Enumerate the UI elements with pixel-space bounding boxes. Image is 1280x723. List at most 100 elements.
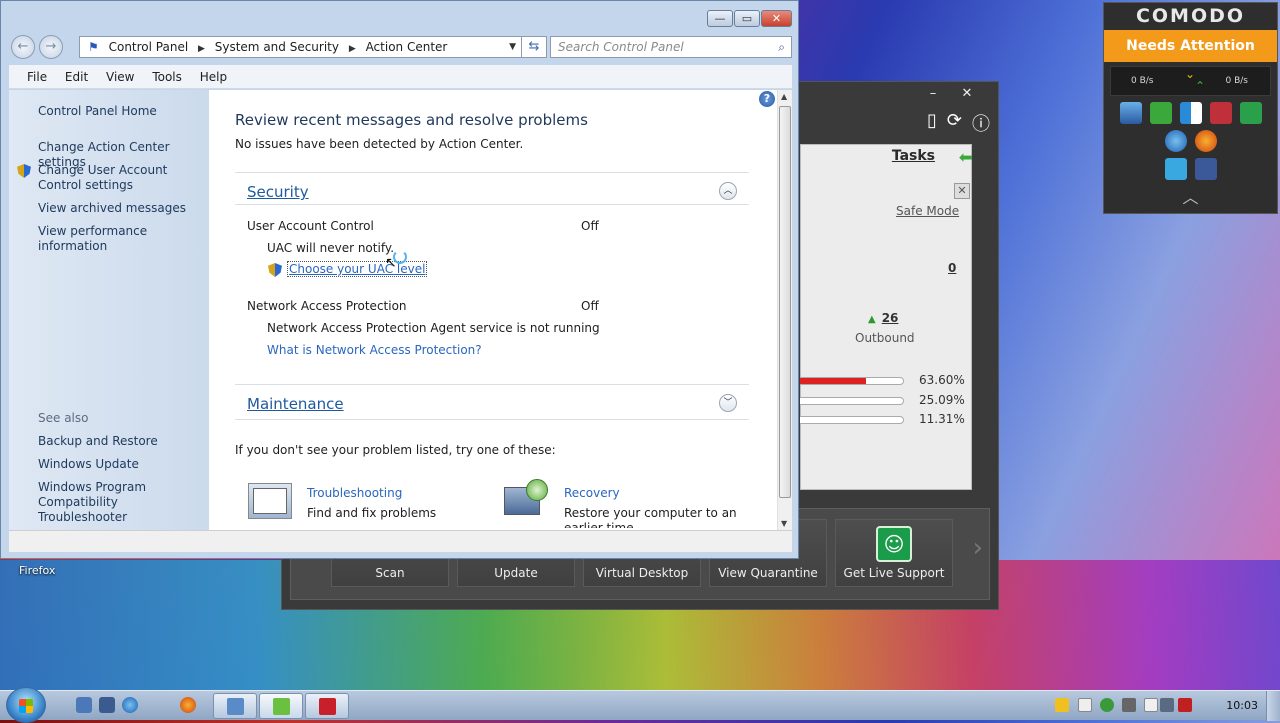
uac-detail: UAC will never notify. (267, 241, 395, 255)
taskbar-explorer[interactable] (259, 693, 303, 719)
chevron-down-icon[interactable]: ﹀ (719, 394, 737, 412)
refresh-button[interactable]: ⇆ (521, 36, 547, 58)
usage-percent: 63.60% (919, 373, 965, 387)
inbound-speed: 0 B/s (1131, 76, 1154, 86)
safe-mode-link[interactable]: Safe Mode (896, 204, 959, 218)
virtual-desktop-icon[interactable] (1179, 102, 1202, 124)
sidebar-windows-update[interactable]: Windows Update (38, 457, 139, 472)
usage-bar-fill (800, 417, 812, 423)
internet-explorer-icon[interactable] (1164, 130, 1187, 152)
network-icon[interactable] (1122, 698, 1136, 712)
sidebar-view-archived-messages[interactable]: View archived messages (38, 201, 186, 216)
live-support-icon[interactable] (1239, 102, 1262, 124)
quarantine-icon[interactable] (1209, 102, 1232, 124)
breadcrumb-control-panel[interactable]: Control Panel (109, 40, 189, 54)
forward-button[interactable]: → (39, 35, 63, 59)
get-live-support-button[interactable]: ☺ Get Live Support (835, 519, 953, 587)
next-arrow-icon[interactable]: › (973, 533, 983, 563)
internet-explorer-icon[interactable] (122, 697, 138, 713)
address-bar[interactable]: ⚑ Control Panel ▶ System and Security ▶ … (79, 36, 523, 58)
tasks-link[interactable]: Tasks (892, 148, 935, 164)
menu-bar: File Edit View Tools Help (9, 65, 792, 89)
what-is-nap-link[interactable]: What is Network Access Protection? (267, 343, 482, 357)
switch-windows-icon[interactable] (99, 697, 115, 713)
comodo-tray-icon[interactable] (1100, 698, 1114, 712)
back-button[interactable]: ← (11, 35, 35, 59)
troubleshooting-link[interactable]: Troubleshooting (307, 486, 402, 500)
comodo-minimize-button[interactable]: – (918, 86, 948, 101)
monitor-icon[interactable] (1160, 698, 1174, 712)
show-desktop-button[interactable] (1266, 691, 1280, 721)
minimize-button[interactable]: — (707, 10, 733, 27)
sidebar-view-performance-information[interactable]: View performance information (38, 224, 209, 254)
chevron-up-icon[interactable]: ︿ (719, 182, 737, 200)
divider (235, 172, 749, 173)
scroll-down-icon[interactable]: ▼ (781, 519, 787, 528)
maintenance-section-title[interactable]: Maintenance (247, 395, 344, 413)
panel-close-icon[interactable]: ✕ (954, 183, 970, 199)
taskbar-control-panel[interactable] (213, 693, 257, 719)
search-icon[interactable]: ⌕ (778, 37, 785, 57)
firefox-icon[interactable] (180, 697, 196, 713)
firefox-icon[interactable] (1194, 130, 1217, 152)
tray-document-icon[interactable] (1078, 698, 1092, 712)
help-icon[interactable]: ? (759, 91, 775, 107)
mouse-cursor-icon: ↖ (385, 255, 397, 271)
virtual-desktop-button-label: Virtual Desktop (595, 566, 689, 580)
recovery-link[interactable]: Recovery (564, 486, 620, 500)
troubleshooting-icon[interactable] (248, 483, 292, 519)
uac-shield-icon (17, 164, 31, 178)
action-center-flag-icon[interactable] (1144, 698, 1158, 712)
twitter-icon[interactable] (1164, 158, 1187, 180)
menu-help[interactable]: Help (200, 65, 227, 89)
collapse-chevron-icon[interactable]: ︿ (1104, 184, 1277, 208)
scrollbar-thumb[interactable] (779, 106, 791, 498)
comodo-widget[interactable]: COMODO Needs Attention 0 B/s ⌄ ⌃ 0 B/s ︿ (1103, 2, 1278, 214)
widget-shortcuts-row-1 (1104, 102, 1277, 124)
security-section-title[interactable]: Security (247, 183, 309, 201)
scroll-up-icon[interactable]: ▲ (781, 92, 787, 101)
comodo-close-button[interactable]: ✕ (952, 86, 982, 101)
sidebar-backup-restore[interactable]: Backup and Restore (38, 434, 158, 449)
update-icon[interactable] (1149, 102, 1172, 124)
start-button[interactable] (6, 687, 46, 723)
action-center-window: — ▭ ✕ ← → ⚑ Control Panel ▶ System and S… (0, 0, 799, 559)
breadcrumb-separator-icon[interactable]: ▶ (349, 44, 356, 54)
desktop-icon-label-firefox[interactable]: Firefox (19, 564, 55, 577)
breadcrumb-action-center[interactable]: Action Center (366, 40, 448, 54)
tasks-arrow-icon[interactable]: ⬅ (959, 148, 973, 168)
comodo-status-banner[interactable]: Needs Attention (1104, 30, 1277, 62)
facebook-icon[interactable] (1194, 158, 1217, 180)
outbound-label: Outbound (855, 331, 915, 345)
taskbar-comodo[interactable] (305, 693, 349, 719)
recovery-icon[interactable] (504, 479, 548, 519)
sidebar-control-panel-home[interactable]: Control Panel Home (38, 104, 157, 119)
help-icon[interactable]: ⓘ (972, 110, 990, 136)
notification-icon[interactable] (1055, 698, 1069, 712)
menu-view[interactable]: View (106, 65, 134, 89)
sandbox-icon[interactable] (1119, 102, 1142, 124)
mobile-icon[interactable]: ▯ (927, 110, 937, 136)
widget-shortcuts-row-3 (1104, 158, 1277, 180)
refresh-icon[interactable]: ⟳ (947, 110, 962, 136)
breadcrumb-separator-icon[interactable]: ▶ (198, 44, 205, 54)
outbound-connections-count[interactable]: 26 (868, 311, 899, 325)
clock[interactable]: 10:03 (1226, 699, 1258, 712)
close-button[interactable]: ✕ (761, 10, 792, 27)
sidebar-change-uac-settings[interactable]: Change User Account Control settings (38, 163, 208, 193)
sidebar-compatibility-troubleshooter[interactable]: Windows Program Compatibility Troublesho… (38, 480, 208, 525)
comodo-logo: COMODO (1135, 5, 1246, 27)
inbound-connections-count[interactable]: 0 (948, 261, 956, 275)
traffic-speed-panel: 0 B/s ⌄ ⌃ 0 B/s (1110, 66, 1271, 96)
menu-file[interactable]: File (27, 65, 47, 89)
choose-uac-level-link[interactable]: Choose your UAC level (287, 261, 428, 277)
volume-muted-icon[interactable] (1178, 698, 1192, 712)
menu-edit[interactable]: Edit (65, 65, 88, 89)
search-input[interactable]: Search Control Panel ⌕ (550, 36, 792, 58)
menu-tools[interactable]: Tools (152, 65, 182, 89)
maximize-button[interactable]: ▭ (734, 10, 760, 27)
address-dropdown-icon[interactable]: ▼ (509, 37, 516, 57)
vertical-scrollbar[interactable]: ▲ ▼ (777, 90, 792, 530)
show-desktop-icon[interactable] (76, 697, 92, 713)
breadcrumb-system-security[interactable]: System and Security (215, 40, 339, 54)
